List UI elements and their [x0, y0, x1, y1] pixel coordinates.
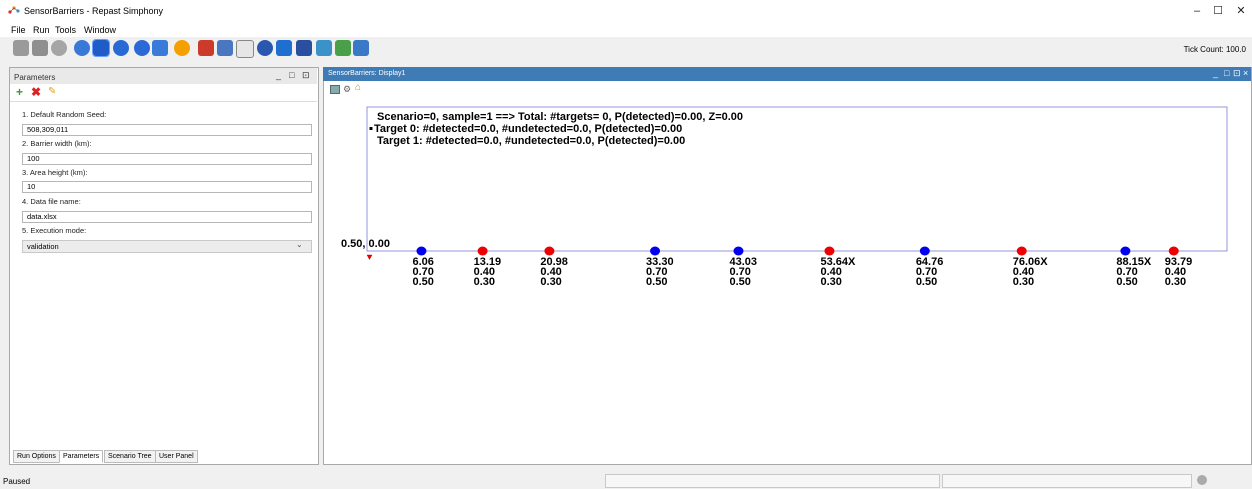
tick-count: Tick Count: 100.0 [1183, 45, 1246, 54]
panel-minimize-button[interactable]: _ [276, 70, 281, 80]
tab-user-panel[interactable]: User Panel [155, 450, 198, 463]
menu-tools[interactable]: Tools [55, 25, 76, 35]
param-input-data-file[interactable]: data.xlsx [22, 211, 312, 223]
add-icon[interactable]: + [16, 85, 23, 99]
sensor-1-label-2: 0.30 [474, 276, 495, 288]
display-close-button[interactable]: × [1243, 68, 1248, 78]
param-label-execution-mode: 5. Execution mode: [22, 226, 87, 235]
edit-icon[interactable]: ✎ [48, 86, 56, 97]
repast-logo-icon [8, 6, 20, 14]
parameters-header [10, 68, 317, 84]
sensor-7 [1016, 246, 1027, 256]
status-text: Paused [3, 477, 31, 486]
param-input-seed[interactable]: 508,309,011 [22, 124, 312, 136]
close-button[interactable]: ✕ [1227, 2, 1252, 20]
sensor-6-label-2: 0.50 [916, 276, 937, 288]
display-title: SensorBarriers: Display1 [328, 70, 406, 77]
reset-icon[interactable] [152, 40, 168, 56]
param-label-seed: 1. Default Random Seed: [22, 110, 107, 119]
sensor-1 [477, 246, 488, 256]
sensor-7-label-2: 0.30 [1013, 276, 1034, 288]
status-indicator-icon [1197, 475, 1207, 485]
database-icon[interactable] [51, 40, 67, 56]
param-label-area-height: 3. Area height (km): [22, 168, 88, 177]
summary-line-0: Scenario=0, sample=1 ==> Total: #targets… [377, 111, 743, 123]
save-as-icon[interactable] [32, 40, 48, 56]
spreadsheet-icon[interactable] [198, 40, 214, 56]
sensor-5 [824, 246, 835, 256]
origin-marker [366, 254, 373, 260]
tab-scenario-tree[interactable]: Scenario Tree [104, 450, 156, 463]
display-canvas[interactable]: Scenario=0, sample=1 ==> Total: #targets… [324, 97, 1250, 462]
stop-icon[interactable] [134, 40, 150, 56]
table-icon[interactable] [236, 40, 254, 58]
remove-icon[interactable]: ✖ [31, 85, 41, 99]
sensor-0-label-2: 0.50 [412, 276, 433, 288]
window-title: SensorBarriers - Repast Simphony [24, 6, 164, 16]
sensor-8 [1120, 246, 1131, 256]
image-icon[interactable] [335, 40, 351, 56]
sensor-5-label-2: 0.30 [820, 276, 841, 288]
origin-label: 0.50, 0.00 [341, 238, 390, 250]
step-icon[interactable] [113, 40, 129, 56]
chevron-down-icon[interactable]: ⌄ [296, 240, 303, 249]
title-bar [0, 0, 1252, 22]
execution-mode-select[interactable]: validation [22, 240, 312, 253]
display-minimize-button[interactable]: _ [1213, 68, 1218, 78]
summary-line-1: Target 0: #detected=0.0, #undetected=0.0… [374, 123, 682, 135]
summary-line-2: Target 1: #detected=0.0, #undetected=0.0… [377, 135, 685, 147]
sensor-9-label-2: 0.30 [1165, 276, 1186, 288]
sensor-4-label-2: 0.50 [729, 276, 750, 288]
menu-window[interactable]: Window [84, 25, 116, 35]
param-input-area-height[interactable]: 10 [22, 181, 312, 193]
tab-run-options[interactable]: Run Options [13, 450, 60, 463]
display-header [323, 67, 1251, 81]
tab-parameters[interactable]: Parameters [59, 450, 104, 463]
panel-maximize-button[interactable]: □ [289, 70, 294, 80]
sensor-2-label-2: 0.30 [540, 276, 561, 288]
sensor-8-label-2: 0.50 [1116, 276, 1137, 288]
snapshot-icon[interactable] [330, 85, 340, 94]
search-icon[interactable] [316, 40, 332, 56]
target-0-marker [369, 127, 373, 130]
sensor-9 [1168, 246, 1179, 256]
menu-bar [0, 22, 1252, 37]
sensor-6 [919, 246, 930, 256]
pipe-icon[interactable] [296, 40, 312, 56]
sensor-4 [733, 246, 744, 256]
parameters-title: Parameters [14, 73, 56, 82]
init-icon[interactable] [74, 40, 90, 56]
play-icon[interactable] [92, 39, 110, 57]
param-label-barrier-width: 2. Barrier width (km): [22, 139, 92, 148]
display-toolbar [324, 81, 1250, 97]
menu-file[interactable]: File [11, 25, 26, 35]
model-icon[interactable] [257, 40, 273, 56]
sensor-2 [544, 246, 555, 256]
param-label-data-file: 4. Data file name: [22, 197, 81, 206]
panel-restore-button[interactable]: ⊡ [302, 70, 310, 81]
sensor-3 [650, 246, 661, 256]
sensor-3-label-2: 0.50 [646, 276, 667, 288]
sensor-0 [416, 246, 427, 256]
chart-icon[interactable] [353, 40, 369, 56]
export-icon[interactable] [217, 40, 233, 56]
save-icon[interactable] [13, 40, 29, 56]
status-field-2 [942, 474, 1192, 488]
param-input-barrier-width[interactable]: 100 [22, 153, 312, 165]
home-icon[interactable]: ⌂ [355, 82, 361, 93]
display-restore-button[interactable]: ⊡ [1233, 68, 1241, 79]
run-batch-icon[interactable] [174, 40, 190, 56]
options-icon[interactable]: ⚙ [343, 84, 351, 95]
menu-run[interactable]: Run [33, 25, 50, 35]
status-field-1 [605, 474, 940, 488]
sensor-layer: 6.060.700.5013.190.400.3020.980.400.3033… [412, 246, 1192, 288]
display-maximize-button[interactable]: □ [1224, 68, 1229, 78]
users-icon[interactable] [276, 40, 292, 56]
